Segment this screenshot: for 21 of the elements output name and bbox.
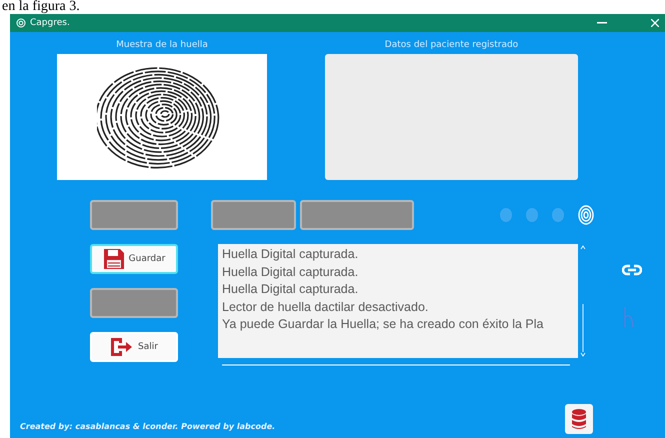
minimize-icon[interactable] bbox=[597, 22, 607, 24]
panel-title: Datos del paciente registrado bbox=[384, 40, 518, 50]
close-icon[interactable] bbox=[651, 19, 659, 27]
document-text: en la figura 3. bbox=[1, 0, 81, 14]
credits-text: Created by: casablancas & lconder. Powered by labcode. bbox=[20, 422, 276, 430]
log-line: Huella Digital capturada. bbox=[222, 264, 360, 281]
log-text-area[interactable]: Huella Digital capturada. Huella Digital capturada. Huella Digital capturada. Lector de huella dactilar desactivado. Ya puede Guardar la Huella; se ha creado con éxito la Pla bbox=[218, 244, 578, 358]
save-button[interactable]: Guardar bbox=[90, 244, 178, 274]
database-button[interactable] bbox=[565, 404, 593, 434]
panel-title: Muestra de la huella bbox=[116, 40, 208, 50]
exit-button[interactable]: Salir bbox=[90, 332, 178, 362]
log-line: Lector de huella dactilar desactivado. bbox=[222, 298, 430, 316]
link-icon[interactable] bbox=[622, 264, 642, 276]
log-line: Huella Digital capturada. bbox=[222, 246, 360, 263]
vertical-scrollbar[interactable] bbox=[580, 244, 586, 358]
faded-icon bbox=[622, 306, 636, 328]
log-line: Huella Digital capturada. bbox=[222, 281, 360, 298]
exit-icon bbox=[110, 337, 134, 357]
database-icon bbox=[571, 408, 587, 430]
log-line: Ya puede Guardar la Huella; se ha creado con éxito la Pla bbox=[222, 316, 544, 333]
window-title: Capgres. bbox=[30, 18, 70, 28]
